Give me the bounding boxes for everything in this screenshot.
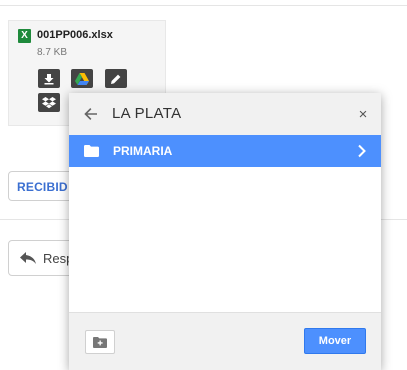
attachment-file-size: 8.7 KB [37,47,68,58]
close-icon[interactable]: × [353,104,373,124]
dialog-title: LA PLATA [112,105,182,122]
back-arrow-icon [84,108,97,120]
chevron-right-icon[interactable] [357,144,367,158]
google-drive-icon [75,72,89,85]
folder-row-primaria[interactable]: PRIMARIA [69,135,381,167]
new-folder-icon [93,336,107,348]
save-to-drive-button[interactable] [71,69,93,88]
attachment-file-name[interactable]: 001PP006.xlsx [37,29,113,41]
edit-pencil-icon [111,74,121,84]
download-button[interactable] [38,69,60,88]
reply-arrow-icon [20,252,36,264]
move-button[interactable]: Mover [304,328,366,354]
download-icon [44,73,54,84]
folder-name: PRIMARIA [113,144,173,158]
save-to-dropbox-button[interactable] [38,93,60,112]
back-button[interactable] [81,104,101,124]
excel-file-icon: X [18,29,31,43]
edit-button[interactable] [105,69,127,88]
move-to-folder-dialog: LA PLATA × PRIMARIA Mover [69,93,381,370]
dialog-header: LA PLATA × [69,93,381,135]
top-divider [0,5,407,6]
dialog-footer: Mover [69,312,381,370]
label-chip-text: RECIBID [17,180,68,194]
dropbox-icon [42,96,56,108]
folder-icon [84,145,99,157]
new-folder-button[interactable] [85,330,115,354]
